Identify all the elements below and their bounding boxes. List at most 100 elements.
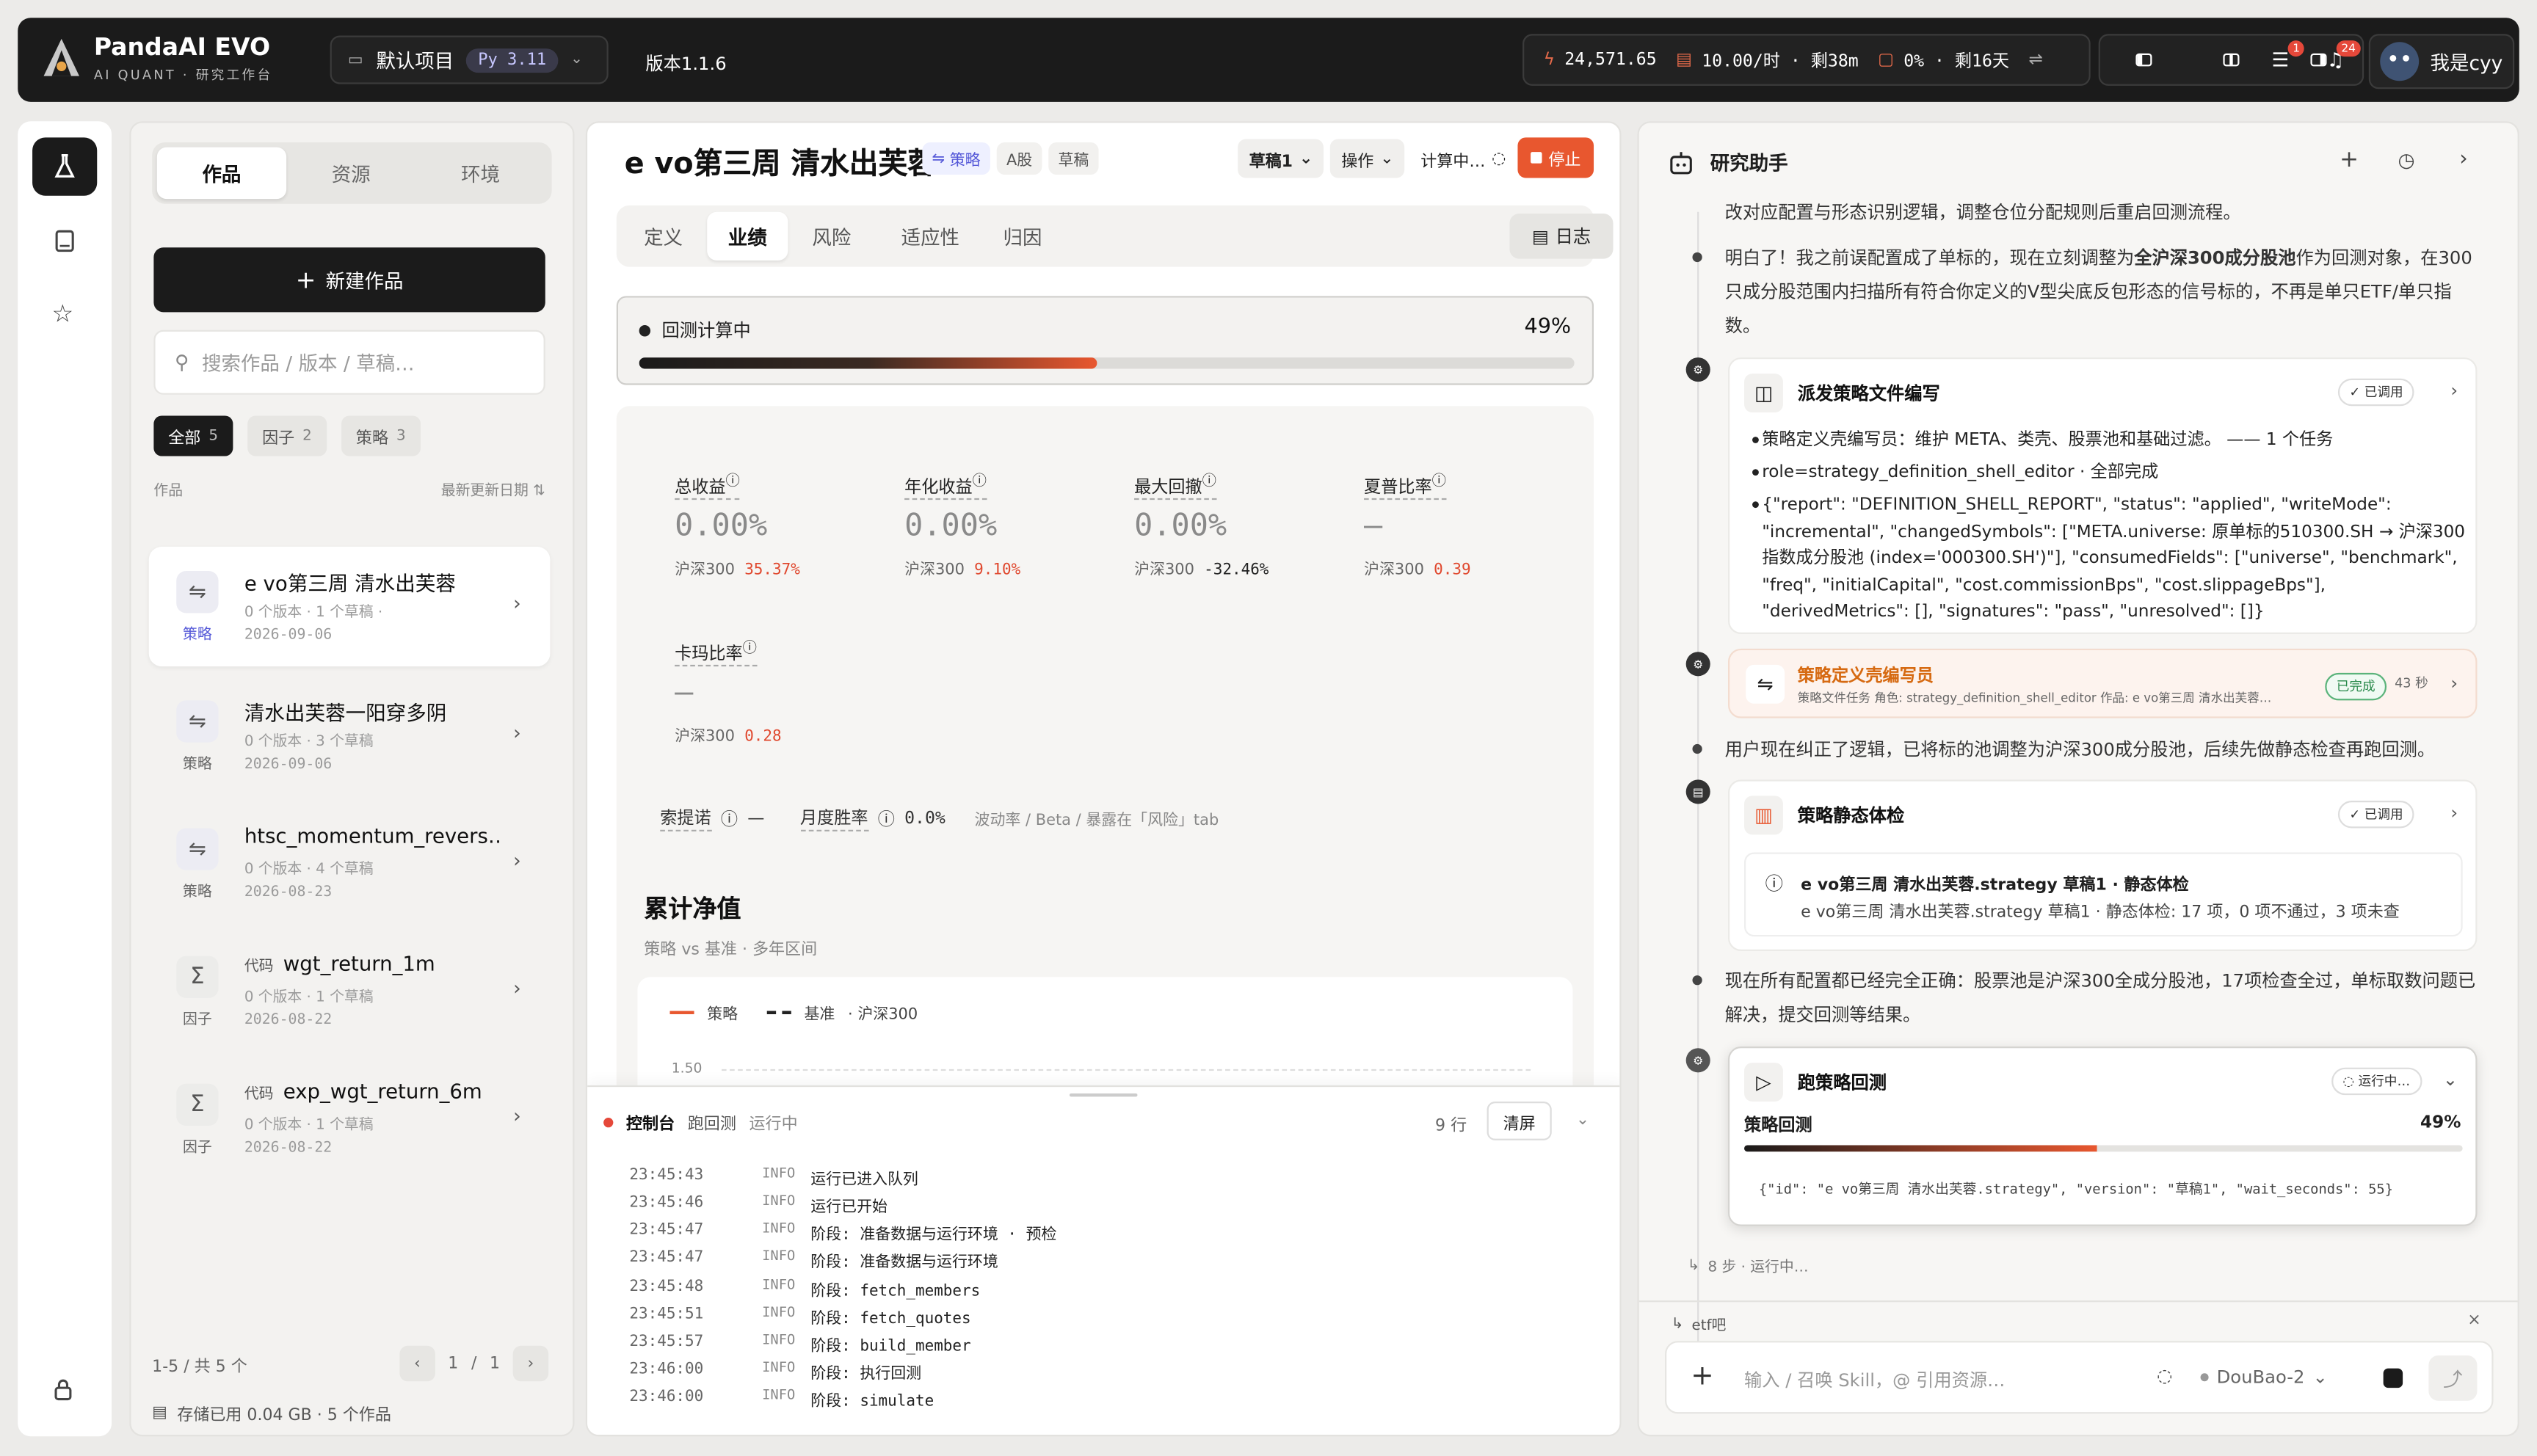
strategy-icon: ⇋ xyxy=(1746,664,1785,704)
console-title: 控制台 xyxy=(625,1115,675,1135)
avatar xyxy=(2380,42,2420,81)
info-icon[interactable]: ⓘ xyxy=(1432,473,1446,489)
tool-dot: ▤ xyxy=(1685,779,1710,804)
history-icon[interactable]: ◷ xyxy=(2398,149,2414,172)
tab-definition[interactable]: 定义 xyxy=(623,212,704,261)
stop-square-icon[interactable] xyxy=(2383,1368,2403,1388)
legend-bench-label: 基准 xyxy=(804,1005,835,1024)
agent-time: 43 秒 xyxy=(2395,676,2428,691)
layout-split-icon[interactable] xyxy=(2223,53,2240,67)
pagination: 1-5 / 共 5 个 ‹ 1 / 1 › xyxy=(152,1345,549,1382)
panda-logo-icon xyxy=(43,38,80,76)
work-title-row: 代码 wgt_return_1m xyxy=(244,951,504,975)
log-button[interactable]: ▤ 日志 xyxy=(1509,213,1614,259)
info-icon[interactable]: ⓘ xyxy=(973,473,987,489)
steps-indicator[interactable]: ↳ 8 步 · 运行中… xyxy=(1688,1255,1809,1276)
log-message: 阶段: build_member xyxy=(810,1337,971,1356)
work-item[interactable]: Σ 因子 代码 wgt_return_1m 0 个版本 · 1 个草稿 2026-… xyxy=(149,932,551,1052)
chevron-right-icon[interactable]: › xyxy=(2459,148,2467,172)
filter-strategy[interactable]: 策略 3 xyxy=(341,415,421,456)
bell-badge: 24 xyxy=(2336,40,2361,57)
ops-menu[interactable]: 操作 ⌄ xyxy=(1329,139,1406,178)
stop-button[interactable]: 停止 xyxy=(1517,137,1594,178)
info-icon[interactable]: ⓘ xyxy=(721,807,738,831)
tool-header: ▷ 跑策略回测 xyxy=(1744,1063,1887,1102)
legend-bench-name: · 沪深300 xyxy=(848,1005,918,1024)
draft-select[interactable]: 草稿1 ⌄ xyxy=(1238,139,1324,178)
filter-factor[interactable]: 因子 2 xyxy=(247,415,327,456)
log-level: INFO xyxy=(762,1388,796,1405)
tab-works[interactable]: 作品 xyxy=(156,147,287,200)
chart-icon: ▥ xyxy=(1744,796,1783,835)
search-input[interactable]: ⚲ 搜索作品 / 版本 / 草稿… xyxy=(153,330,545,395)
database-icon: ▤ xyxy=(152,1404,168,1422)
work-title-row: 代码 exp_wgt_return_6m xyxy=(244,1079,504,1103)
strategy-icon: ⇋ xyxy=(932,149,946,168)
log-level: INFO xyxy=(762,1221,796,1238)
tool-card-static-check[interactable]: ▥ 策略静态体检 ✓ 已调用 › ⓘ e vo第三周 清水出芙蓉.strategy… xyxy=(1727,779,2478,952)
risk-note: 波动率 / Beta / 暴露在「风险」tab xyxy=(974,812,1219,830)
next-page-button[interactable]: › xyxy=(512,1345,549,1382)
work-tag: 代码 xyxy=(244,959,274,976)
message-text: 用户现在纠正了逻辑，已将标的池调整为沪深300成分股池，后续先做静态检查再跑回测… xyxy=(1724,739,2436,760)
log-time: 23:45:48 xyxy=(629,1278,704,1296)
chat-input[interactable]: 输入 / 召唤 Skill，@ 引用资源… xyxy=(1744,1366,2005,1392)
project-select[interactable]: ▭ 默认项目 Py 3.11 ⌄ xyxy=(330,35,609,84)
new-work-button[interactable]: + 新建作品 xyxy=(153,247,545,313)
rail-lab-button[interactable] xyxy=(32,137,98,196)
backtest-label: 策略回测 xyxy=(1744,1115,1812,1136)
layout-right-icon[interactable] xyxy=(2310,53,2327,67)
new-work-label: 新建作品 xyxy=(325,269,404,292)
usage-stats[interactable]: ϟ 24,571.65 ▤ 10.00/时 · 剩38m ▢ 0% · 剩16天… xyxy=(1522,34,2091,86)
model-select[interactable]: DouBao-2 ⌄ xyxy=(2200,1366,2328,1388)
log-message: 阶段: fetch_members xyxy=(810,1282,981,1301)
bench-value: 35.37% xyxy=(744,561,800,580)
send-button[interactable]: ⤴ xyxy=(2428,1355,2478,1401)
progress-fill xyxy=(639,357,1097,369)
work-item[interactable]: Σ 因子 代码 exp_wgt_return_6m 0 个版本 · 1 个草稿 2… xyxy=(149,1060,551,1179)
tab-risk[interactable]: 风险 xyxy=(791,212,872,261)
work-item[interactable]: ⇋ 策略 e vo第三周 清水出芙蓉 0 个版本 · 1 个草稿 · 2026-… xyxy=(148,546,551,667)
log-time: 23:45:57 xyxy=(629,1333,704,1351)
chevron-down-icon: ⌄ xyxy=(2442,1069,2458,1091)
work-item[interactable]: ⇋ 策略 htsc_momentum_revers… 0 个版本 · 4 个草稿… xyxy=(149,804,551,923)
robot-icon xyxy=(1670,151,1692,174)
close-icon[interactable]: × xyxy=(2467,1312,2480,1330)
rail-lock-button[interactable] xyxy=(54,1377,73,1408)
log-message: 阶段: 准备数据与运行环境 xyxy=(810,1253,998,1272)
list-icon[interactable]: ☰ xyxy=(2272,48,2290,71)
clear-button[interactable]: 清屏 xyxy=(1487,1101,1552,1140)
info-icon[interactable]: ⓘ xyxy=(878,807,895,831)
strategy-icon: ⇋ xyxy=(176,700,219,743)
star-icon[interactable]: ☆ xyxy=(52,299,74,329)
tab-adaptability[interactable]: 适应性 xyxy=(882,212,979,261)
layout-left-icon[interactable] xyxy=(2135,53,2152,67)
filter-all[interactable]: 全部 5 xyxy=(153,415,233,456)
tool-card-dispatch[interactable]: ◫ 派发策略文件编写 ✓ 已调用 › 策略定义壳编写员：维护 META、类壳、股票… xyxy=(1727,357,2478,635)
play-icon: ▷ xyxy=(1744,1063,1783,1102)
strategy-icon: ⇋ xyxy=(176,571,219,614)
user-menu[interactable]: 我是cyy xyxy=(2368,34,2515,90)
tab-attribution[interactable]: 归因 xyxy=(982,212,1063,261)
sort-icon: ⇅ xyxy=(533,484,545,500)
tool-card-backtest[interactable]: ▷ 跑策略回测 ◌ 运行中… ⌄ 策略回测 49% {"id": "e vo第三周… xyxy=(1727,1046,2478,1226)
drag-handle[interactable] xyxy=(1069,1093,1138,1097)
tab-performance[interactable]: 业绩 xyxy=(707,211,788,261)
add-icon[interactable]: + xyxy=(2340,148,2359,173)
work-title: htsc_momentum_revers… xyxy=(244,823,504,848)
work-item[interactable]: ⇋ 策略 清水出芙蓉一阳穿多阴 0 个版本 · 3 个草稿 2026-09-06… xyxy=(149,676,551,796)
metric-value: — xyxy=(675,674,694,710)
prev-page-button[interactable]: ‹ xyxy=(399,1345,435,1382)
tab-resources[interactable]: 资源 xyxy=(286,148,415,200)
metric-label: 夏普比率ⓘ xyxy=(1364,468,1446,500)
tab-environment[interactable]: 环境 xyxy=(415,148,545,200)
agent-card[interactable]: ⇋ 策略定义壳编写员 策略文件任务 角色: strategy_definitio… xyxy=(1727,648,2478,718)
info-icon[interactable]: ⓘ xyxy=(1202,473,1216,489)
sort-button[interactable]: 最新更新日期 ⇅ xyxy=(441,478,545,500)
info-icon[interactable]: ⓘ xyxy=(743,640,757,656)
rail-book-button[interactable] xyxy=(54,228,76,261)
info-icon[interactable]: ⓘ xyxy=(726,473,740,489)
metric-annual-return: 年化收益ⓘ 0.00% 沪深300 9.10% xyxy=(904,467,1131,579)
chevron-down-icon[interactable]: ⌄ xyxy=(1576,1111,1589,1129)
plus-icon[interactable]: + xyxy=(1691,1361,1713,1393)
